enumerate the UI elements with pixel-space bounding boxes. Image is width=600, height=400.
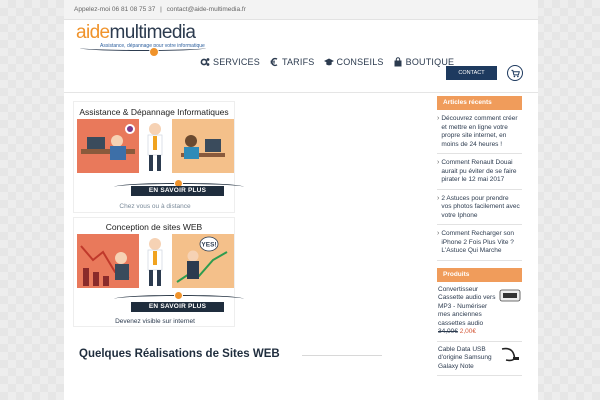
assistance-illustration bbox=[77, 119, 234, 173]
products-header: Produits bbox=[437, 267, 522, 282]
logo-swoosh bbox=[80, 45, 206, 51]
product-name: Cable Data USB d'origine Samsung Galaxy … bbox=[438, 345, 492, 370]
nav-boutique[interactable]: BOUTIQUE bbox=[393, 57, 455, 67]
logo-dot bbox=[149, 47, 159, 57]
chevron-right-icon: › bbox=[437, 159, 440, 166]
graduation-cap-icon bbox=[323, 58, 334, 66]
main-nav: SERVICES TARIFS CONSEILS BOUTIQUE bbox=[200, 57, 454, 67]
promo-subtitle: Devenez visible sur internet bbox=[115, 318, 195, 325]
recent-article-item[interactable]: › Comment Renault Douai aurait pu éviter … bbox=[437, 154, 522, 190]
promo-arc-dot bbox=[174, 291, 183, 300]
nav-tarifs[interactable]: TARIFS bbox=[269, 57, 315, 67]
promo-title: Assistance & Dépannage Informatiques bbox=[79, 107, 229, 117]
recent-articles-list: › Découvrez comment créer et mettre en li… bbox=[437, 110, 522, 261]
cassette-converter-image bbox=[499, 289, 521, 301]
logo-wordmark: aidemultimedia bbox=[76, 22, 196, 43]
topbar-separator: | bbox=[160, 6, 162, 13]
phone-link[interactable]: Appelez-moi 06 81 08 75 37 bbox=[74, 6, 155, 13]
site-logo[interactable]: aidemultimedia Assistance, dépannage pou… bbox=[76, 22, 216, 58]
usb-cable-image bbox=[501, 347, 519, 361]
top-bar: Appelez-moi 06 81 08 75 37 | contact@aid… bbox=[64, 0, 538, 20]
chevron-right-icon: › bbox=[437, 194, 440, 202]
promo-card-assistance[interactable]: Assistance & Dépannage Informatiques EN … bbox=[73, 101, 244, 213]
cogs-icon bbox=[200, 58, 210, 66]
chevron-right-icon: › bbox=[437, 230, 440, 237]
promo-more-button[interactable]: EN SAVOIR PLUS bbox=[131, 186, 224, 196]
shopping-bag-icon bbox=[394, 57, 402, 67]
recent-articles-header: Articles récents bbox=[437, 96, 522, 110]
recent-article-item[interactable]: › Comment Recharger son iPhone 2 Fois Plu… bbox=[437, 225, 522, 261]
svg-text:YES!: YES! bbox=[201, 242, 216, 249]
product-old-price: 34,00€ bbox=[438, 328, 458, 335]
email-link[interactable]: contact@aide-multimedia.fr bbox=[167, 6, 246, 13]
section-rule bbox=[302, 355, 382, 356]
nav-conseils[interactable]: CONSEILS bbox=[323, 57, 384, 67]
promo-card-web[interactable]: Conception de sites WEB YES! EN SAVOIR P… bbox=[73, 217, 244, 327]
page-container: Appelez-moi 06 81 08 75 37 | contact@aid… bbox=[64, 0, 538, 400]
promo-more-button[interactable]: EN SAVOIR PLUS bbox=[131, 302, 224, 312]
chevron-right-icon: › bbox=[437, 115, 440, 122]
promo-title: Conception de sites WEB bbox=[105, 222, 203, 232]
section-heading: Quelques Réalisations de Sites WEB bbox=[79, 348, 280, 360]
header-divider bbox=[64, 92, 538, 93]
promo-subtitle: Chez vous ou à distance bbox=[119, 203, 191, 210]
product-item[interactable]: Cable Data USB d'origine Samsung Galaxy … bbox=[437, 342, 522, 376]
web-design-illustration: YES! bbox=[77, 234, 234, 288]
cart-button[interactable] bbox=[507, 65, 523, 81]
product-price: 2,00€ bbox=[459, 328, 476, 335]
recent-article-item[interactable]: › Découvrez comment créer et mettre en li… bbox=[437, 110, 522, 154]
sidebar: Articles récents › Découvrez comment crée… bbox=[437, 96, 522, 376]
product-item[interactable]: Convertisseur Cassette audio vers MP3 - … bbox=[437, 282, 522, 342]
nav-services[interactable]: SERVICES bbox=[200, 57, 260, 67]
cart-icon bbox=[510, 69, 520, 77]
product-name: Convertisseur Cassette audio vers MP3 - … bbox=[438, 285, 496, 327]
contact-button[interactable]: CONTACT bbox=[446, 66, 497, 80]
euro-icon bbox=[270, 57, 278, 67]
recent-article-item[interactable]: › 2 Astuces pour prendre vos photos facil… bbox=[437, 190, 522, 225]
